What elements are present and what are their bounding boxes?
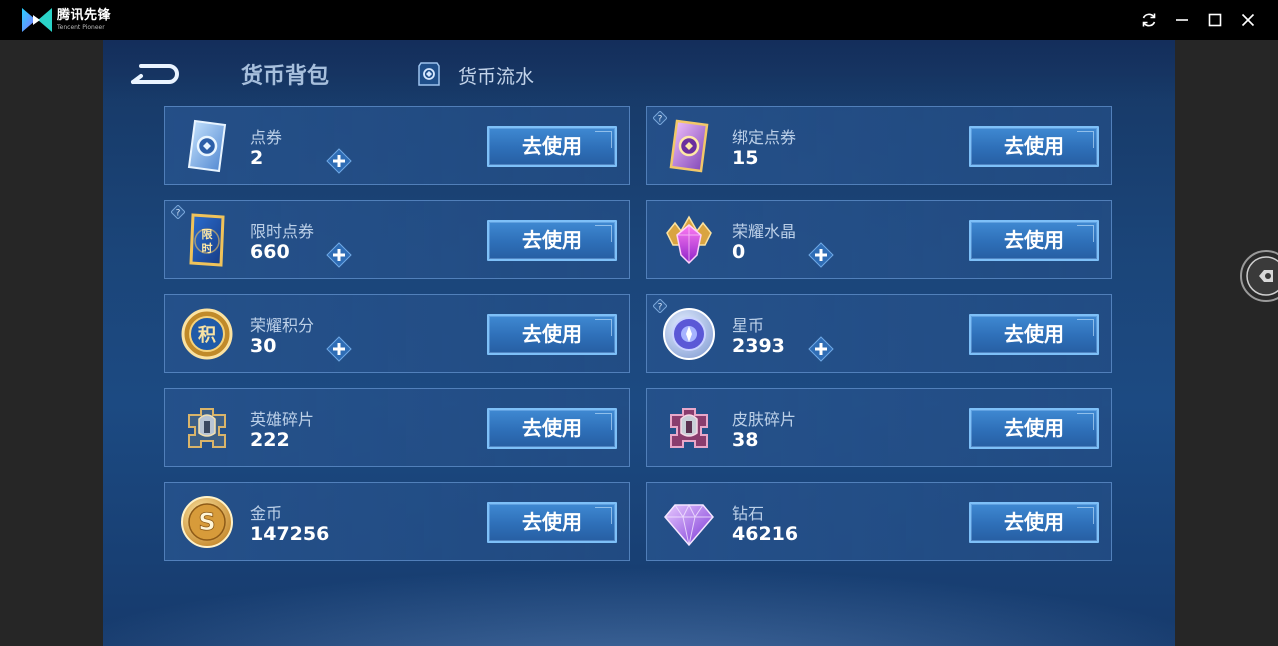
refresh-icon[interactable] [1139, 10, 1159, 30]
bound-coupon-card-icon [669, 119, 709, 173]
emulator-titlebar: 腾讯先锋 Tencent Pioneer [0, 0, 1278, 40]
currency-card-glory-crystal: 荣耀水晶 0 去使用 [646, 200, 1112, 279]
floating-assist-button[interactable] [1239, 249, 1278, 303]
currency-card-star-coin: ? 星币 2393 去使用 [646, 294, 1112, 373]
close-icon[interactable] [1238, 10, 1258, 30]
currency-amount: 2393 [732, 335, 785, 357]
currency-card-hero-fragment: 英雄碎片 222 去使用 [164, 388, 630, 467]
currency-name: 荣耀积分 [250, 316, 315, 335]
maximize-icon[interactable] [1205, 10, 1225, 30]
emulator-left-margin [0, 40, 103, 646]
svg-text:积: 积 [198, 325, 216, 346]
use-star-coin-button[interactable]: 去使用 [969, 314, 1099, 355]
glory-points-icon: 积 [181, 308, 233, 360]
currency-name: 金币 [250, 504, 283, 523]
use-limited-coupon-button[interactable]: 去使用 [487, 220, 617, 261]
star-coin-icon [663, 308, 715, 360]
skin-fragment-icon [670, 408, 708, 448]
hero-fragment-icon [188, 408, 226, 448]
emulator-right-margin [1175, 40, 1278, 646]
svg-text:限: 限 [202, 227, 213, 241]
svg-text:S: S [198, 508, 215, 536]
use-gold-coin-button[interactable]: 去使用 [487, 502, 617, 543]
currency-card-coupon: 点券 2 去使用 [164, 106, 630, 185]
tencent-pioneer-logo [22, 8, 52, 32]
currency-name: 点券 [250, 128, 283, 147]
currency-name: 钻石 [732, 504, 765, 523]
currency-card-glory-points: 积 荣耀积分 30 去使用 [164, 294, 630, 373]
currency-amount: 30 [250, 335, 277, 357]
page-title: 货币背包 [241, 64, 330, 89]
gold-coin-icon: S [181, 496, 233, 548]
currency-amount: 46216 [732, 523, 799, 545]
add-star-coin-plus-icon[interactable] [807, 335, 835, 363]
currency-card-bound-coupon: ? 绑定点券 15 去使用 [646, 106, 1112, 185]
glory-crystal-icon [666, 215, 712, 265]
currency-amount: 15 [732, 147, 759, 169]
currency-name: 绑定点券 [732, 128, 797, 147]
add-coupon-plus-icon[interactable] [325, 147, 353, 175]
add-limited-coupon-plus-icon[interactable] [325, 241, 353, 269]
currency-card-diamond: 钻石 46216 去使用 [646, 482, 1112, 561]
currency-amount: 660 [250, 241, 290, 263]
currency-name: 荣耀水晶 [732, 222, 797, 241]
coupon-card-icon [187, 119, 227, 173]
currency-card-skin-fragment: 皮肤碎片 38 去使用 [646, 388, 1112, 467]
use-diamond-button[interactable]: 去使用 [969, 502, 1099, 543]
back-arrow-icon[interactable] [127, 56, 187, 90]
use-skin-fragment-button[interactable]: 去使用 [969, 408, 1099, 449]
currency-name: 皮肤碎片 [732, 410, 797, 429]
ledger-label: 货币流水 [458, 66, 535, 88]
currency-card-limited-coupon: ? 限 时 限时点券 660 去使用 [164, 200, 630, 279]
currency-name: 限时点券 [250, 222, 315, 241]
currency-amount: 38 [732, 429, 759, 451]
currency-card-gold-coin: S 金币 147256 去使用 [164, 482, 630, 561]
app-subtitle: Tencent Pioneer [57, 24, 105, 31]
currency-amount: 0 [732, 241, 746, 263]
currency-amount: 2 [250, 147, 264, 169]
add-glory-points-plus-icon[interactable] [325, 335, 353, 363]
minimize-icon[interactable] [1172, 10, 1192, 30]
use-glory-crystal-button[interactable]: 去使用 [969, 220, 1099, 261]
currency-name: 英雄碎片 [250, 410, 315, 429]
diamond-icon [664, 503, 714, 547]
currency-amount: 147256 [250, 523, 330, 545]
use-glory-points-button[interactable]: 去使用 [487, 314, 617, 355]
app-name: 腾讯先锋 [57, 8, 112, 23]
currency-backpack-screen: 货币背包 货币流水 点券 2 去使用 ? 绑定点券 15 去使用 ? 限 时 限… [103, 40, 1175, 646]
add-glory-crystal-plus-icon[interactable] [807, 241, 835, 269]
currency-name: 星币 [732, 316, 765, 335]
use-hero-fragment-button[interactable]: 去使用 [487, 408, 617, 449]
use-coupon-button[interactable]: 去使用 [487, 126, 617, 167]
ledger-card-icon [418, 62, 440, 86]
currency-amount: 222 [250, 429, 290, 451]
use-bound-coupon-button[interactable]: 去使用 [969, 126, 1099, 167]
svg-text:时: 时 [202, 241, 213, 255]
limited-coupon-icon: 限 时 [189, 213, 225, 267]
